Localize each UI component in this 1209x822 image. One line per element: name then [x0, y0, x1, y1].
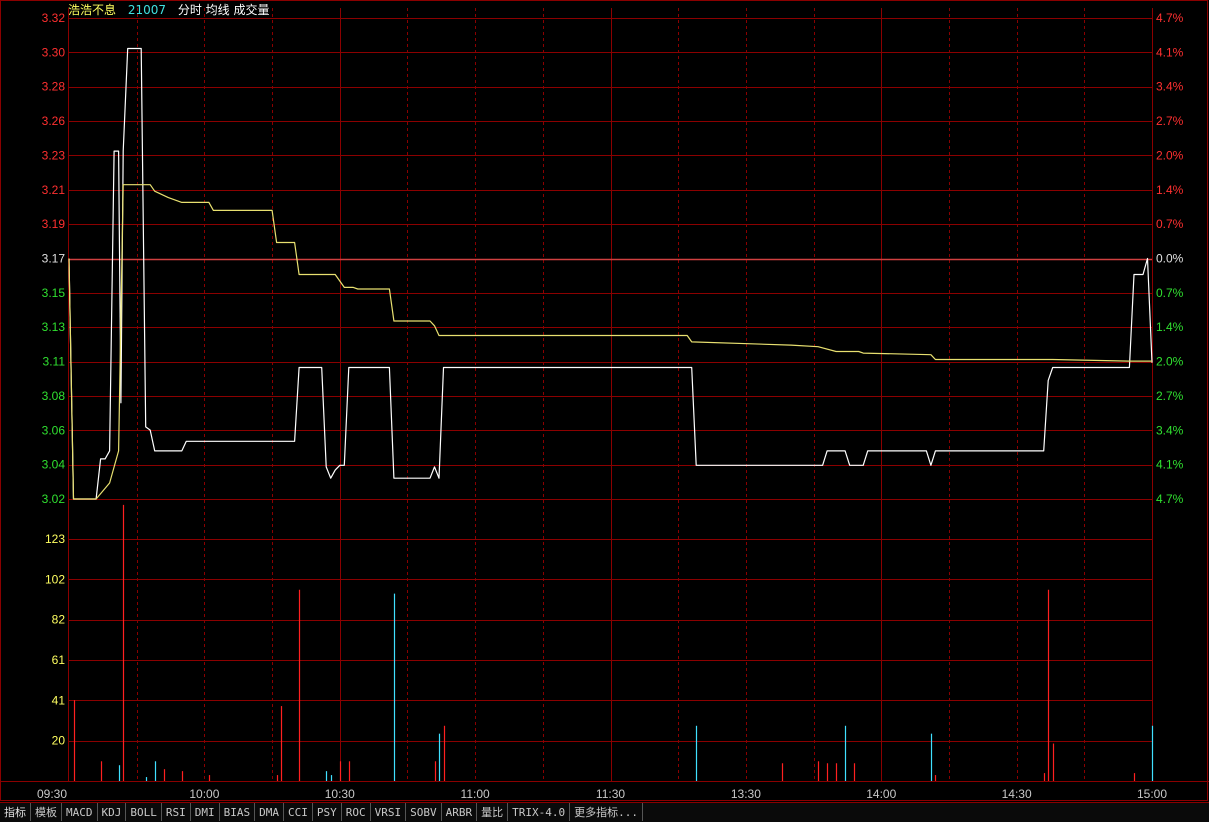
intraday-chart: 3.32 4.7% 3.30 4.1% 3.28 3.4% 3.26 2.7% 3.23 2.0%…: [0, 0, 1209, 801]
price-tick-label: 3.13: [42, 320, 66, 334]
indicator-tab[interactable]: PSY: [313, 803, 342, 821]
average-price-line: [68, 184, 1152, 500]
time-tick-label: 10:30: [325, 787, 355, 801]
indicator-tab[interactable]: TRIX-4.0: [508, 803, 571, 821]
time-tick-label: 14:30: [1002, 787, 1032, 801]
percent-tick-label: 1.4%: [1156, 320, 1184, 334]
percent-tick-label: 4.7%: [1156, 492, 1184, 506]
price-tick-label: 3.11: [43, 355, 66, 369]
indicator-tab-bar: 指标 模板 MACD KDJ BOLL RSI DMI BIAS DMA CCI PSY ROC VRS…: [0, 802, 1209, 822]
time-tick-label: 09:30: [37, 787, 67, 801]
price-tick-label: 3.28: [42, 80, 66, 94]
percent-tick-label: 2.0%: [1156, 148, 1184, 162]
time-tick-label: 10:00: [189, 787, 219, 801]
indicator-tab[interactable]: SOBV: [406, 803, 442, 821]
time-tick-label: 11:00: [461, 787, 490, 801]
percent-tick-label: 3.4%: [1156, 423, 1184, 437]
indicator-tab[interactable]: RSI: [162, 803, 191, 821]
indicator-tab[interactable]: MACD: [62, 803, 98, 821]
percent-tick-label: 2.0%: [1156, 355, 1184, 369]
volume-tick-label: 82: [52, 613, 66, 627]
percent-tick-label: 1.4%: [1156, 183, 1184, 197]
indicator-tab[interactable]: 指标: [0, 803, 31, 821]
price-tick-label: 3.06: [42, 423, 66, 437]
percent-tick-label: 2.7%: [1156, 389, 1184, 403]
indicator-tab[interactable]: 模板: [31, 803, 62, 821]
price-tick-label: 3.02: [42, 492, 66, 506]
volume-tick-label: 20: [52, 734, 66, 748]
time-tick-label: 11:30: [596, 787, 625, 801]
volume-tick-label: 102: [45, 572, 65, 586]
price-tick-label: 3.32: [42, 11, 66, 25]
percent-tick-label: 3.4%: [1156, 80, 1184, 94]
price-tick-label: 3.21: [42, 183, 66, 197]
indicator-tab[interactable]: ARBR: [442, 803, 478, 821]
percent-tick-label: 2.7%: [1156, 114, 1184, 128]
percent-tick-label: 4.7%: [1156, 11, 1184, 25]
indicator-tab[interactable]: DMI: [191, 803, 220, 821]
price-tick-label: 3.08: [42, 389, 66, 403]
indicator-tab[interactable]: CCI: [284, 803, 313, 821]
percent-tick-label: 0.7%: [1156, 286, 1184, 300]
indicator-tab[interactable]: VRSI: [371, 803, 407, 821]
indicator-tab[interactable]: KDJ: [98, 803, 127, 821]
percent-tick-label: 0.0%: [1156, 252, 1184, 266]
volume-tick-label: 61: [52, 653, 66, 667]
price-tick-label: 3.26: [42, 114, 66, 128]
percent-tick-label: 4.1%: [1156, 458, 1184, 472]
percent-tick-label: 4.1%: [1156, 45, 1184, 59]
price-tick-label: 3.17: [42, 252, 66, 266]
price-tick-label: 3.04: [42, 458, 66, 472]
indicator-tab[interactable]: BOLL: [126, 803, 162, 821]
volume-tick-label: 123: [45, 532, 65, 546]
indicator-tab[interactable]: ROC: [342, 803, 371, 821]
price-tick-label: 3.15: [42, 286, 66, 300]
price-line: [68, 47, 1153, 500]
time-tick-label: 15:00: [1137, 787, 1167, 801]
price-tick-label: 3.30: [42, 45, 66, 59]
price-tick-label: 3.19: [42, 217, 66, 231]
indicator-tab[interactable]: 量比: [477, 803, 509, 821]
volume-tick-label: 41: [52, 693, 66, 707]
indicator-tab[interactable]: BIAS: [220, 803, 256, 821]
percent-tick-label: 0.7%: [1156, 217, 1184, 231]
price-tick-label: 3.23: [42, 148, 66, 162]
indicator-tab[interactable]: 更多指标...: [570, 803, 643, 821]
time-tick-label: 14:00: [866, 787, 896, 801]
chart-frame: [0, 0, 1208, 801]
time-tick-label: 13:30: [731, 787, 761, 801]
indicator-tab[interactable]: DMA: [255, 803, 284, 821]
